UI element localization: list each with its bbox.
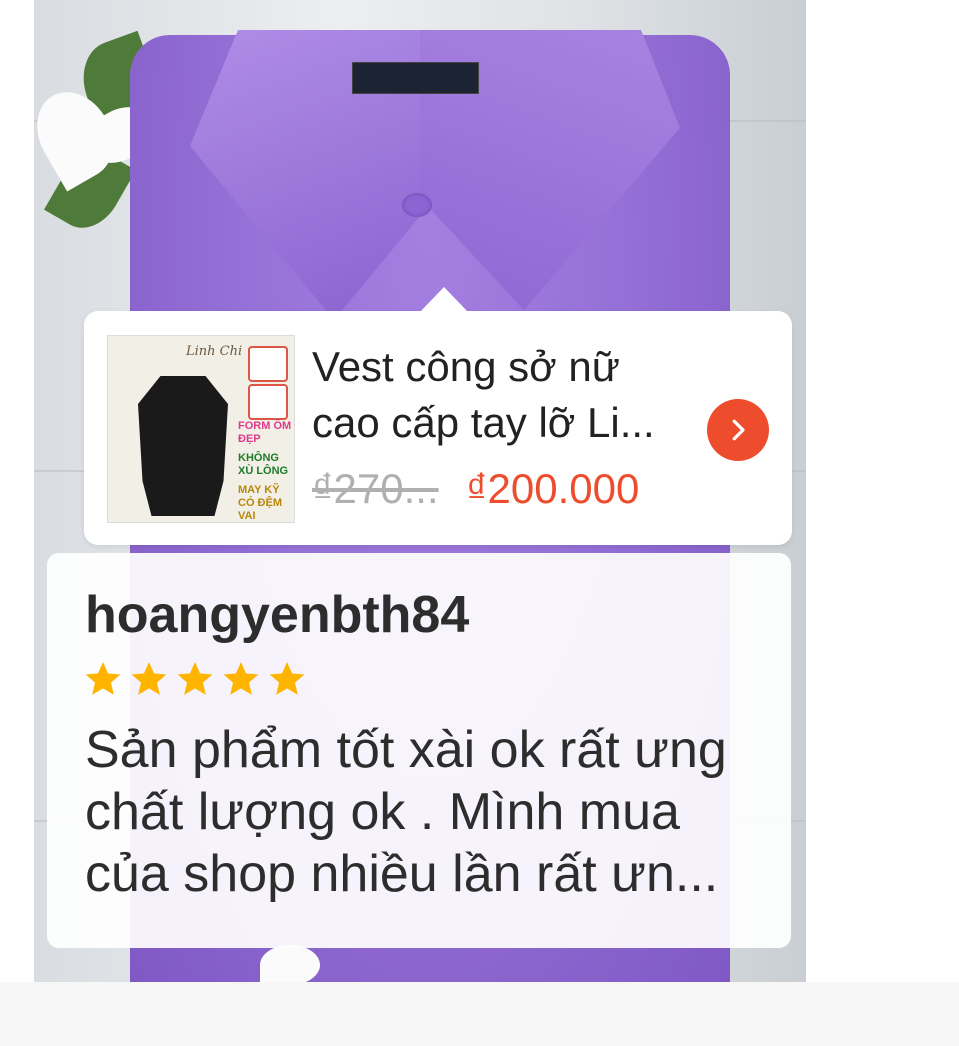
rating-stars <box>83 659 307 699</box>
phone-badge-icon <box>248 384 288 420</box>
chevron-right-icon <box>732 419 745 441</box>
star-icon <box>131 662 167 695</box>
promo-text: KHÔNG XÙ LÔNG <box>238 452 289 477</box>
promo-text: FORM ÔM ĐẸP <box>238 420 292 445</box>
product-card[interactable]: Linh Chi FORM ÔM ĐẸP KHÔNG XÙ LÔNG MAY K… <box>84 287 792 545</box>
view-product-button[interactable] <box>707 399 769 461</box>
bottom-bar <box>0 982 959 1046</box>
review-card[interactable]: hoangyenbth84 Sản phẩm tốt xài ok rất ưn… <box>47 553 791 948</box>
thumbnail-signature: Linh Chi <box>186 344 243 359</box>
photo-margin <box>806 0 959 982</box>
review-comment[interactable]: Sản phẩm tốt xài ok rất ưng chất lượng o… <box>85 719 775 905</box>
jacket-image <box>138 376 228 516</box>
flower-decoration <box>260 945 320 982</box>
star-icon <box>269 662 305 695</box>
shirt-button <box>402 193 432 217</box>
star-icon <box>85 662 121 695</box>
current-price: ₫200.000 <box>466 465 640 512</box>
product-thumbnail[interactable]: Linh Chi FORM ÔM ĐẸP KHÔNG XÙ LÔNG MAY K… <box>107 335 295 523</box>
star-icon <box>223 662 259 695</box>
card-pointer <box>420 287 468 312</box>
product-title[interactable]: Vest công sở nữ cao cấp tay lỡ Li... <box>312 339 692 451</box>
promo-text: MAY KỸ CÓ ĐỆM VAI <box>238 484 282 522</box>
clothing-tag <box>352 62 479 94</box>
star-icon <box>177 662 213 695</box>
original-price: ₫270... <box>312 465 439 512</box>
phone-badge-icon <box>248 346 288 382</box>
reviewer-username: hoangyenbth84 <box>85 586 470 644</box>
